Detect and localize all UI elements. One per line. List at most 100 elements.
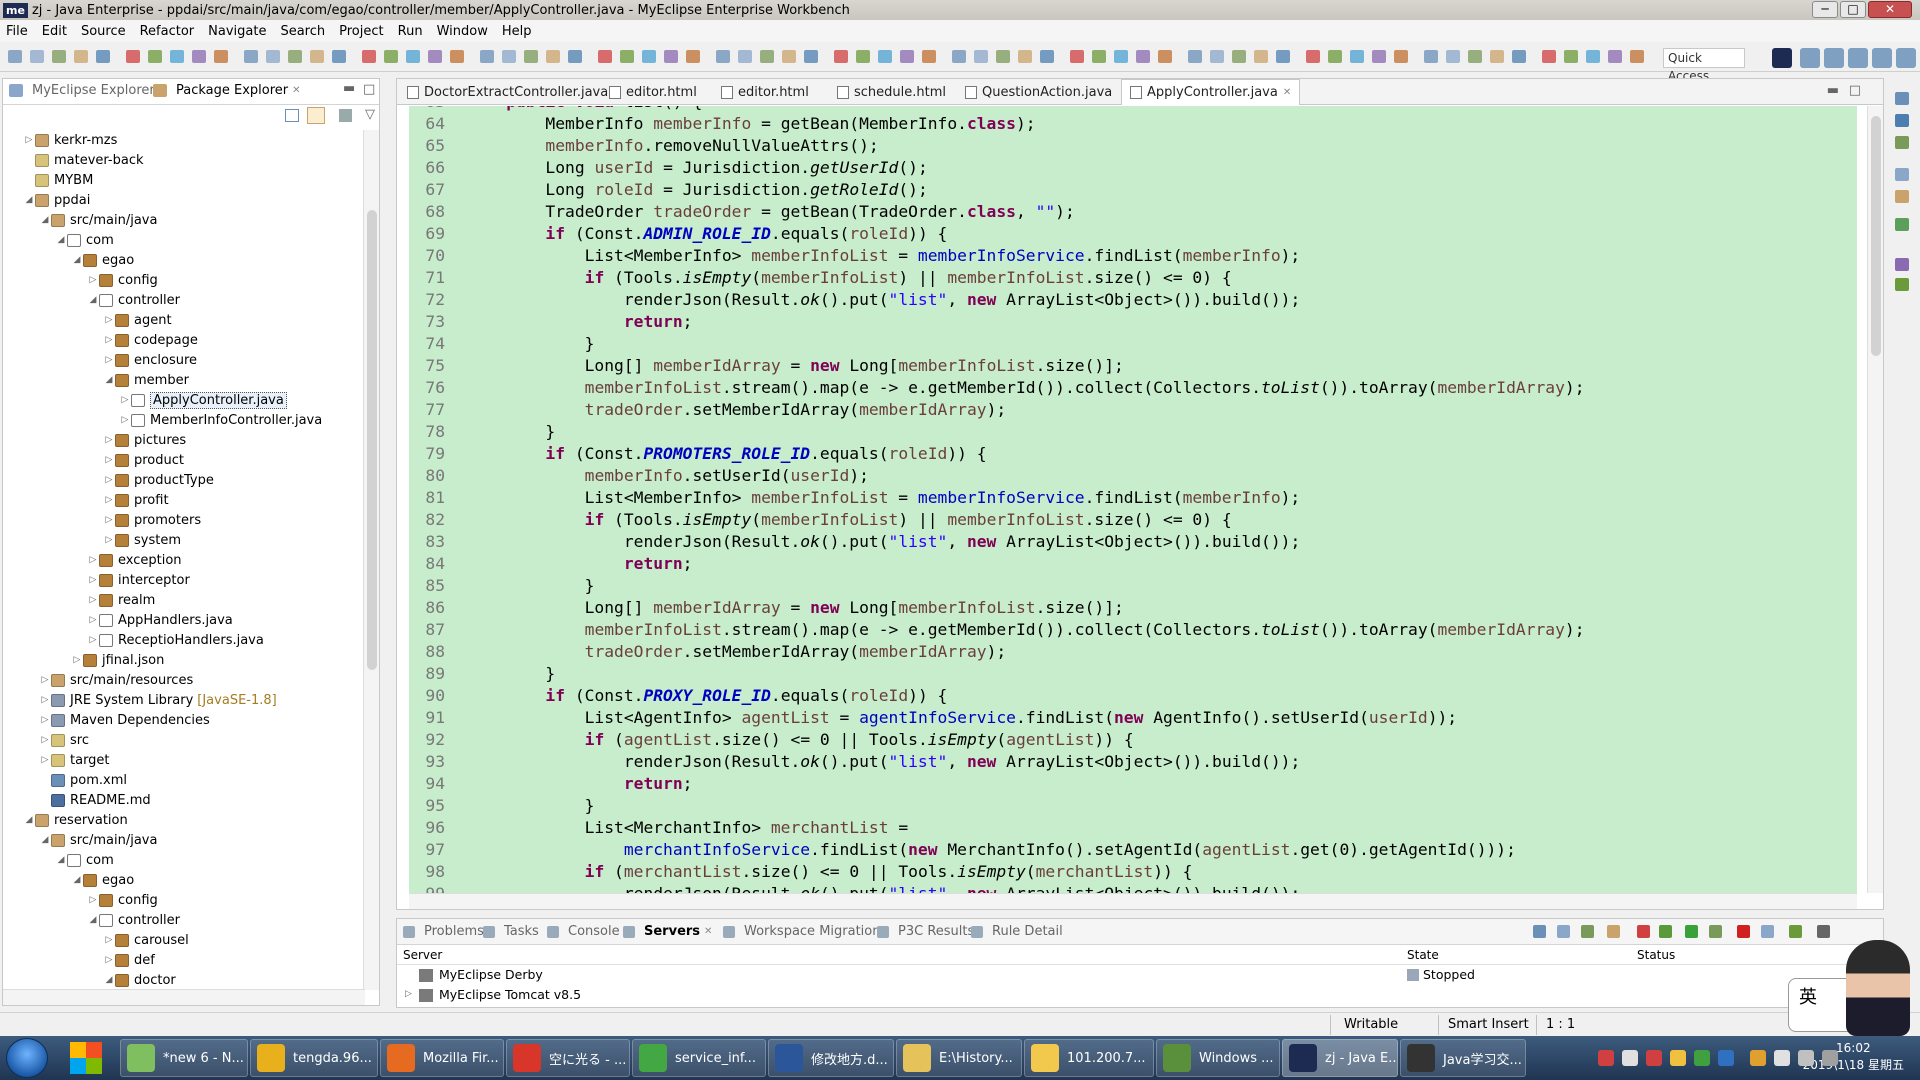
code-line[interactable]: 78 } — [409, 421, 1857, 443]
tree-item[interactable]: ◢ com — [55, 850, 114, 870]
server-action-icon[interactable] — [1685, 925, 1698, 938]
code-line[interactable]: 75 Long[] memberIdArray = new Long[membe… — [409, 355, 1857, 377]
tree-item[interactable]: ◢ member — [103, 370, 189, 390]
minimize-view-icon[interactable]: ▬ — [343, 81, 355, 96]
collapsed-arrow-icon[interactable]: ▷ — [39, 735, 51, 745]
editor-tab[interactable]: schedule.html — [829, 79, 954, 105]
collapsed-arrow-icon[interactable]: ▷ — [23, 135, 35, 145]
collapsed-arrow-icon[interactable]: ▷ — [87, 575, 99, 585]
collapsed-arrow-icon[interactable]: ▷ — [103, 355, 115, 365]
tree-item[interactable]: ▷ promoters — [103, 510, 202, 530]
code-line[interactable]: 93 renderJson(Result.ok().put("list", ne… — [409, 751, 1857, 773]
toolbar-button-icon[interactable] — [878, 50, 892, 63]
clock[interactable]: 16:02 2019\1\18 星期五 — [1803, 1040, 1904, 1074]
collapsed-arrow-icon[interactable]: ▷ — [103, 495, 115, 505]
tree-item[interactable]: ◢ doctor — [103, 970, 176, 990]
tree-item[interactable]: ▷ target — [39, 750, 110, 770]
close-button[interactable]: ✕ — [1868, 1, 1912, 18]
code-line[interactable]: 81 List<MemberInfo> memberInfoList = mem… — [409, 487, 1857, 509]
expanded-arrow-icon[interactable]: ◢ — [23, 815, 35, 825]
code-line[interactable]: 89 } — [409, 663, 1857, 685]
menu-search[interactable]: Search — [280, 24, 325, 39]
toolbar-button-icon[interactable] — [170, 50, 184, 63]
code-line[interactable]: 86 Long[] memberIdArray = new Long[membe… — [409, 597, 1857, 619]
taskbar-item[interactable]: 修改地方.d... — [768, 1039, 894, 1077]
perspective-icon[interactable] — [1848, 48, 1868, 68]
tree-item[interactable]: ▷ src — [39, 730, 89, 750]
collapsed-arrow-icon[interactable]: ▷ — [103, 955, 115, 965]
expand-arrow-icon[interactable]: ▷ — [405, 989, 412, 999]
toolbar-button-icon[interactable] — [1306, 50, 1320, 63]
editor-tab[interactable]: DoctorExtractController.java — [399, 79, 616, 105]
toolbar-button-icon[interactable] — [834, 50, 848, 63]
tree-item[interactable]: ▷ realm — [87, 590, 156, 610]
code-line[interactable]: 92 if (agentList.size() <= 0 || Tools.is… — [409, 729, 1857, 751]
menu-source[interactable]: Source — [81, 24, 126, 39]
taskbar-item[interactable]: Windows ... — [1156, 1039, 1280, 1077]
tree-item[interactable]: ▷ MemberInfoController.java — [119, 410, 323, 430]
perspective-icon[interactable] — [1800, 48, 1820, 68]
tray-icon[interactable] — [1718, 1050, 1734, 1066]
taskbar-item[interactable]: E:\History... — [896, 1039, 1022, 1077]
tree-item[interactable]: ◢ egao — [71, 870, 135, 890]
trim-view-icon[interactable] — [1895, 258, 1909, 271]
tree-item[interactable]: ▷ pictures — [103, 430, 187, 450]
trim-view-icon[interactable] — [1895, 278, 1909, 291]
server-row[interactable]: MyEclipse Derby Stopped — [397, 965, 1883, 985]
toolbar-button-icon[interactable] — [974, 50, 988, 63]
server-action-icon[interactable] — [1607, 925, 1620, 938]
code-line[interactable]: 98 if (merchantList.size() <= 0 || Tools… — [409, 861, 1857, 883]
tray-icon[interactable] — [1750, 1050, 1766, 1066]
toolbar-button-icon[interactable] — [52, 50, 66, 63]
close-tab-icon[interactable]: ✕ — [292, 85, 300, 96]
toolbar-button-icon[interactable] — [1188, 50, 1202, 63]
toolbar-button-icon[interactable] — [1490, 50, 1504, 63]
toolbar-button-icon[interactable] — [126, 50, 140, 63]
tab-myeclipse-explorer[interactable]: MyEclipse Explorer — [9, 83, 155, 98]
toolbar-button-icon[interactable] — [598, 50, 612, 63]
column-server[interactable]: Server — [403, 948, 442, 962]
tree-item[interactable]: ▷ profit — [103, 490, 169, 510]
tray-icon[interactable] — [1646, 1050, 1662, 1066]
toolbar-button-icon[interactable] — [1350, 50, 1364, 63]
editor-vertical-scrollbar[interactable] — [1867, 106, 1883, 893]
code-line[interactable]: 91 List<AgentInfo> agentList = agentInfo… — [409, 707, 1857, 729]
toolbar-button-icon[interactable] — [716, 50, 730, 63]
tree-item[interactable]: ▷ carousel — [103, 930, 189, 950]
code-line[interactable]: 88 tradeOrder.setMemberIdArray(memberIdA… — [409, 641, 1857, 663]
server-action-icon[interactable] — [1817, 925, 1830, 938]
explorer-vertical-scrollbar[interactable] — [363, 130, 379, 990]
code-line[interactable]: 66 Long userId = Jurisdiction.getUserId(… — [409, 157, 1857, 179]
toolbar-button-icon[interactable] — [1424, 50, 1438, 63]
toolbar-button-icon[interactable] — [1512, 50, 1526, 63]
toolbar-button-icon[interactable] — [1070, 50, 1084, 63]
bottom-tab-workspace-migration[interactable]: Workspace Migration — [723, 924, 880, 939]
scrollbar-thumb[interactable] — [1871, 116, 1881, 356]
tray-icon[interactable] — [1798, 1050, 1814, 1066]
toolbar-button-icon[interactable] — [524, 50, 538, 63]
toolbar-button-icon[interactable] — [8, 50, 22, 63]
trim-view-icon[interactable] — [1895, 92, 1909, 105]
tray-icon[interactable] — [1598, 1050, 1614, 1066]
toolbar-button-icon[interactable] — [1158, 50, 1172, 63]
tree-item[interactable]: ◢ controller — [87, 290, 181, 310]
menu-navigate[interactable]: Navigate — [208, 24, 266, 39]
taskbar-item[interactable]: zj - Java E... — [1282, 1039, 1398, 1077]
toolbar-button-icon[interactable] — [1372, 50, 1386, 63]
tree-item[interactable]: ▷ AppHandlers.java — [87, 610, 233, 630]
toolbar-button-icon[interactable] — [214, 50, 228, 63]
code-line[interactable]: 63 public void list() { — [409, 106, 1857, 113]
windows-logo-icon[interactable] — [70, 1042, 102, 1074]
tree-item[interactable]: ◢ ppdai — [23, 190, 91, 210]
code-line[interactable]: 69 if (Const.ADMIN_ROLE_ID.equals(roleId… — [409, 223, 1857, 245]
code-line[interactable]: 94 return; — [409, 773, 1857, 795]
toolbar-button-icon[interactable] — [74, 50, 88, 63]
toolbar-button-icon[interactable] — [642, 50, 656, 63]
tree-item[interactable]: ▷ config — [87, 270, 158, 290]
tree-item[interactable]: ▷ product — [103, 450, 184, 470]
expanded-arrow-icon[interactable]: ◢ — [103, 375, 115, 385]
code-line[interactable]: 64 MemberInfo memberInfo = getBean(Membe… — [409, 113, 1857, 135]
editor-horizontal-scrollbar[interactable] — [409, 893, 1857, 909]
taskbar-item[interactable]: Java学习交... — [1400, 1039, 1526, 1077]
tree-item[interactable]: ▷ src/main/resources — [39, 670, 194, 690]
